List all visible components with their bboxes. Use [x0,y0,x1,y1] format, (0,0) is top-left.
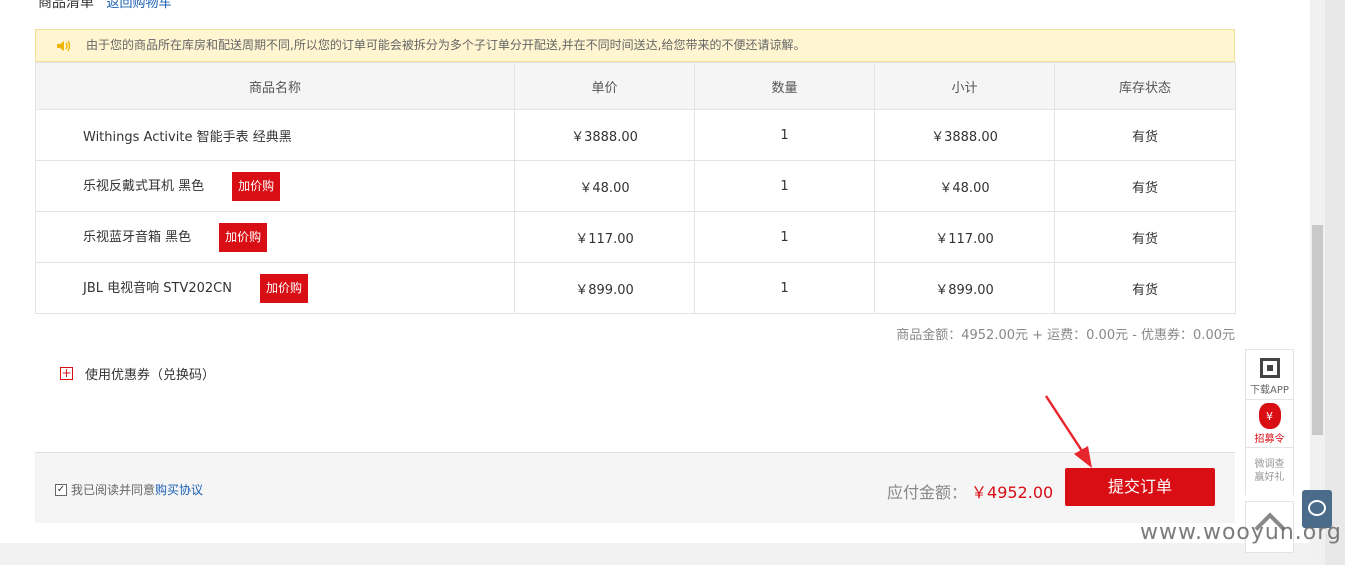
agreement-text: 我已阅读并同意 [71,483,156,497]
download-app-tool[interactable]: 下载APP [1245,349,1294,399]
survey-label-1: 微调查 [1254,459,1285,470]
agreement-checkbox[interactable]: ✓ [55,483,67,496]
table-row: 乐视反戴式耳机 黑色 加价购 ￥48.00 1 ￥48.00 有货 [35,160,1236,212]
recruit-label: 招募令 [1254,434,1285,445]
item-qty: 1 [694,211,875,263]
item-price: ￥3888.00 [514,109,695,161]
item-stock: 有货 [1054,109,1236,161]
item-name[interactable]: 乐视反戴式耳机 黑色 [83,179,204,194]
section-header: 商品清单 返回购物车 [38,0,171,12]
table-row: JBL 电视音响 STV202CN 加价购 ￥899.00 1 ￥899.00 有… [35,262,1236,314]
header-subtotal: 小计 [874,62,1055,110]
item-name-cell: Withings Activite 智能手表 经典黑 [35,109,515,161]
page-bottom-band [0,543,1345,565]
item-subtotal: ￥3888.00 [874,109,1055,161]
split-order-notice: 由于您的商品所在库房和配送周期不同,所以您的订单可能会被拆分为多个子订单分开配送… [35,29,1235,62]
order-items-table: 商品名称 单价 数量 小计 库存状态 Withings Activite 智能手… [35,62,1236,314]
coupon-label[interactable]: 使用优惠券（兑换码） [85,364,215,383]
item-name-cell: 乐视反戴式耳机 黑色 加价购 [35,160,515,212]
download-app-label: 下载APP [1250,385,1289,396]
chat-bubble-icon [1308,500,1326,516]
item-price: ￥899.00 [514,262,695,314]
payable-label: 应付金额： [887,483,968,502]
order-summary: 商品金额：4952.00元 + 运费：0.00元 - 优惠券：0.00元 [896,328,1235,343]
agreement: ✓ 我已阅读并同意 购买协议 [55,481,203,498]
item-name-cell: 乐视蓝牙音箱 黑色 加价购 [35,211,515,263]
back-to-cart-link[interactable]: 返回购物车 [106,0,171,11]
notice-text: 由于您的商品所在库房和配送周期不同,所以您的订单可能会被拆分为多个子订单分开配送… [86,38,806,52]
vertical-scrollbar[interactable] [1310,0,1325,565]
section-title: 商品清单 [38,0,94,11]
item-price: ￥48.00 [514,160,695,212]
item-subtotal: ￥48.00 [874,160,1055,212]
survey-tool[interactable]: 微调查 赢好礼 [1245,447,1294,495]
item-qty: 1 [694,109,875,161]
payable-amount: 应付金额： ￥4952.00 [887,479,1053,503]
item-qty: 1 [694,262,875,314]
money-bag-icon: ¥ [1258,403,1281,429]
header-stock: 库存状态 [1054,62,1236,110]
item-stock: 有货 [1054,211,1236,263]
qr-code-icon [1259,358,1280,378]
payable-value: ￥4952.00 [971,483,1054,502]
purchase-agreement-link[interactable]: 购买协议 [155,481,203,498]
watermark: www.wooyun.org [1140,520,1342,545]
item-name[interactable]: 乐视蓝牙音箱 黑色 [83,230,191,245]
add-on-purchase-tag: 加价购 [232,171,281,201]
header-name: 商品名称 [35,62,515,110]
table-row: Withings Activite 智能手表 经典黑 ￥3888.00 1 ￥3… [35,109,1236,161]
item-name[interactable]: JBL 电视音响 STV202CN [83,281,232,296]
table-header-row: 商品名称 单价 数量 小计 库存状态 [35,62,1236,110]
survey-label-2: 赢好礼 [1254,472,1285,483]
plus-icon[interactable]: + [60,367,73,380]
item-stock: 有货 [1054,262,1236,314]
item-subtotal: ￥899.00 [874,262,1055,314]
red-arrow-annotation [1044,395,1092,468]
item-stock: 有货 [1054,160,1236,212]
speaker-icon [57,40,71,52]
submit-order-button[interactable]: 提交订单 [1065,468,1215,506]
item-name-cell: JBL 电视音响 STV202CN 加价购 [35,262,515,314]
scrollbar-thumb[interactable] [1312,225,1323,435]
recruit-tool[interactable]: ¥ 招募令 [1245,399,1294,447]
header-qty: 数量 [694,62,875,110]
item-subtotal: ￥117.00 [874,211,1055,263]
add-on-purchase-tag: 加价购 [219,222,268,252]
add-on-purchase-tag: 加价购 [259,273,308,303]
coupon-toggle[interactable]: + 使用优惠券（兑换码） [60,364,215,383]
table-row: 乐视蓝牙音箱 黑色 加价购 ￥117.00 1 ￥117.00 有货 [35,211,1236,263]
item-price: ￥117.00 [514,211,695,263]
item-qty: 1 [694,160,875,212]
window-edge [1325,0,1345,565]
header-price: 单价 [514,62,695,110]
item-name[interactable]: Withings Activite 智能手表 经典黑 [83,130,292,145]
